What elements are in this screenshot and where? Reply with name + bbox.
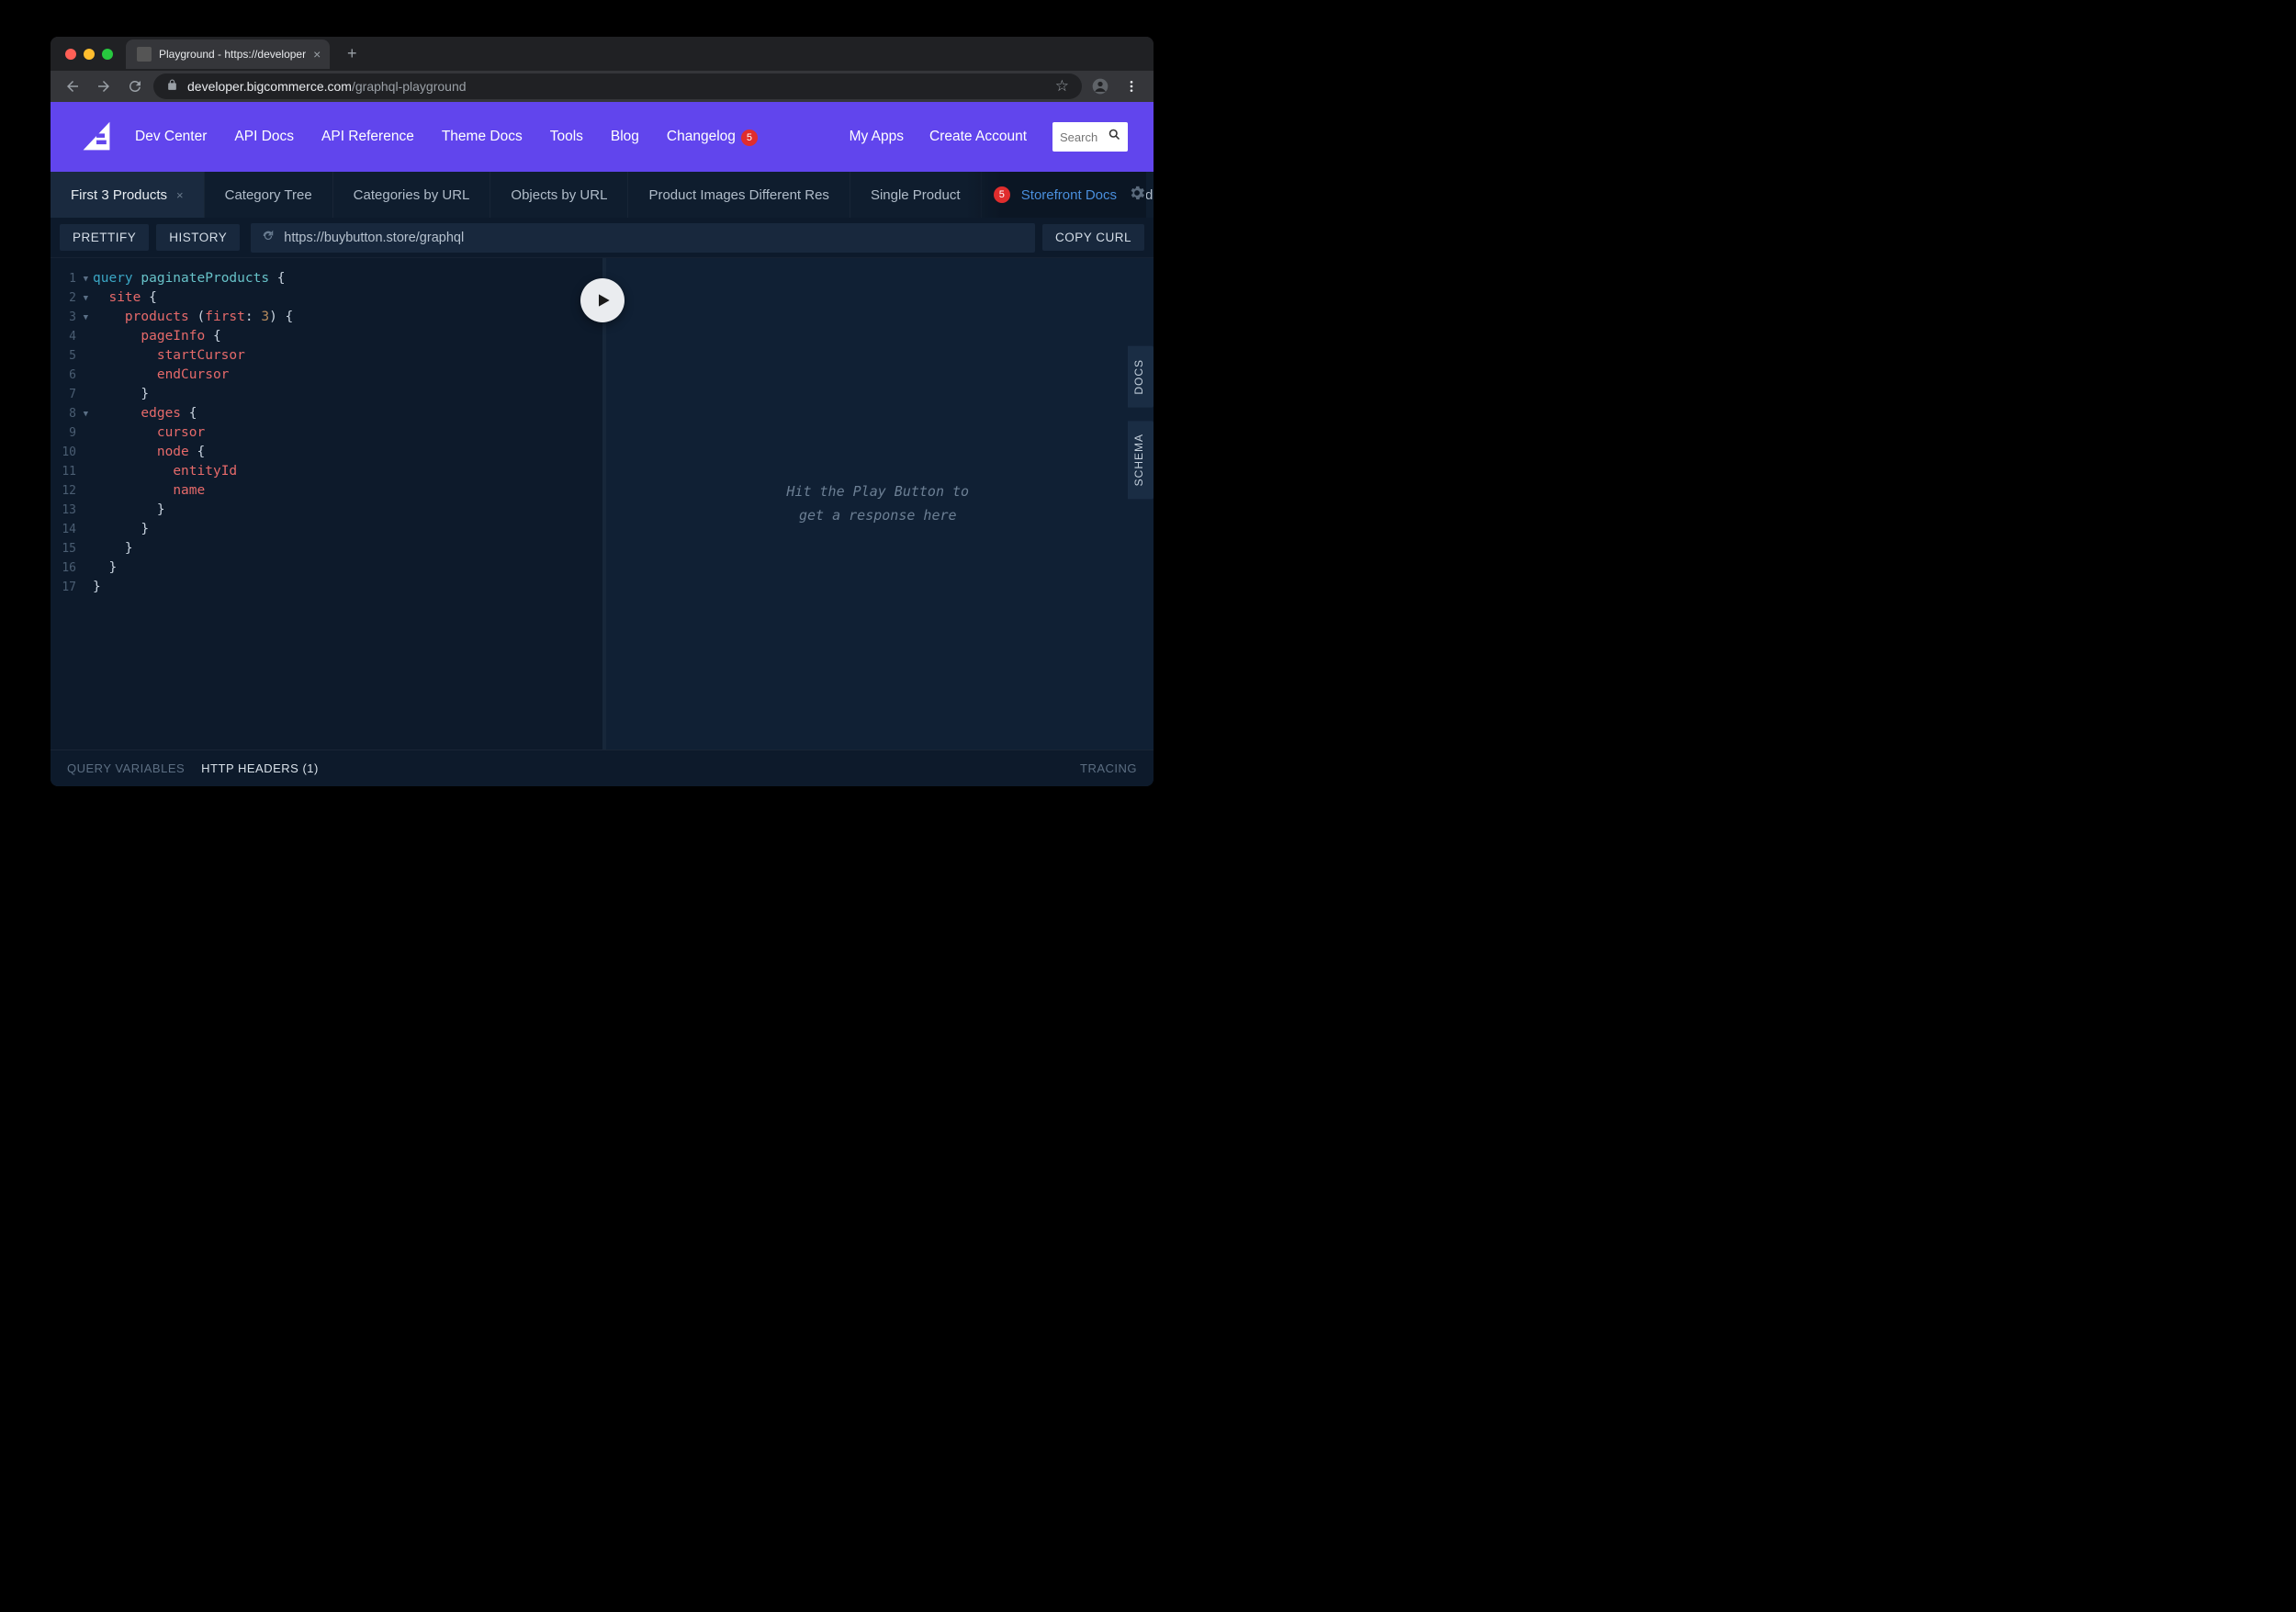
- playground-tab[interactable]: Objects by URL: [490, 172, 627, 218]
- endpoint-url: https://buybutton.store/graphql: [284, 231, 464, 245]
- http-headers-tab[interactable]: HTTP HEADERS (1): [201, 761, 319, 775]
- url-text: developer.bigcommerce.com/graphql-playgr…: [187, 79, 1046, 94]
- window-close-icon[interactable]: [65, 49, 76, 60]
- response-placeholder: Hit the Play Button to get a response he…: [786, 480, 969, 527]
- address-bar[interactable]: developer.bigcommerce.com/graphql-playgr…: [153, 73, 1082, 99]
- lock-icon: [166, 79, 178, 94]
- changelog-badge: 5: [741, 130, 758, 146]
- nav-link-dev-center[interactable]: Dev Center: [135, 129, 207, 145]
- bookmark-star-icon[interactable]: ☆: [1055, 77, 1069, 96]
- app: Dev Center API Docs API Reference Theme Doc…: [51, 102, 1154, 786]
- browser-menu-button[interactable]: [1119, 73, 1144, 99]
- nav-link-api-docs[interactable]: API Docs: [234, 129, 294, 145]
- storefront-badge: 5: [994, 186, 1010, 203]
- query-variables-tab[interactable]: QUERY VARIABLES: [67, 761, 185, 775]
- site-header: Dev Center API Docs API Reference Theme Doc…: [51, 102, 1154, 172]
- code-content[interactable]: query paginateProducts { site { products…: [80, 258, 602, 750]
- browser-chrome: Playground - https://developer × + devel…: [51, 37, 1154, 102]
- nav-link-tools[interactable]: Tools: [550, 129, 583, 145]
- back-button[interactable]: [60, 73, 85, 99]
- playground-tabs: First 3 Products×Category TreeCategories…: [51, 172, 1154, 218]
- editor-area: 1▼2▼3▼45678▼91011121314151617 query pagi…: [51, 258, 1154, 750]
- playground-tab[interactable]: Product Images Different Res: [627, 172, 849, 218]
- tab-close-icon[interactable]: ×: [313, 47, 321, 62]
- playground-tab[interactable]: Category Tree: [204, 172, 332, 218]
- bottom-bar: QUERY VARIABLES HTTP HEADERS (1) TRACING: [51, 750, 1154, 786]
- playground-tab[interactable]: Categories by URL: [332, 172, 490, 218]
- browser-tab[interactable]: Playground - https://developer ×: [126, 39, 330, 69]
- nav-link-blog[interactable]: Blog: [611, 129, 639, 145]
- address-bar-row: developer.bigcommerce.com/graphql-playgr…: [51, 71, 1154, 102]
- search-input[interactable]: [1060, 130, 1102, 144]
- favicon-icon: [137, 47, 152, 62]
- playground-tab[interactable]: Single Product: [850, 172, 981, 218]
- playground-tab[interactable]: First 3 Products×: [51, 172, 204, 218]
- tab-strip: Playground - https://developer × +: [51, 37, 1154, 71]
- tracing-tab[interactable]: TRACING: [1080, 761, 1137, 775]
- copy-curl-button[interactable]: COPY CURL: [1042, 224, 1144, 251]
- bigcommerce-logo-icon: [80, 120, 113, 153]
- search-box[interactable]: [1052, 122, 1128, 152]
- endpoint-input[interactable]: https://buybutton.store/graphql: [251, 223, 1035, 253]
- docs-tab[interactable]: DOCS: [1128, 346, 1154, 408]
- nav-link-changelog[interactable]: Changelog5: [667, 129, 758, 146]
- header-right: My Apps Create Account: [850, 122, 1128, 152]
- create-account-link[interactable]: Create Account: [929, 129, 1027, 145]
- response-pane: Hit the Play Button to get a response he…: [602, 258, 1154, 750]
- new-tab-button[interactable]: +: [339, 41, 365, 67]
- pane-resize-handle[interactable]: [602, 258, 606, 750]
- nav-link-theme-docs[interactable]: Theme Docs: [442, 129, 523, 145]
- reload-button[interactable]: [122, 73, 148, 99]
- prettify-button[interactable]: PRETTIFY: [60, 224, 149, 251]
- history-button[interactable]: HISTORY: [156, 224, 240, 251]
- endpoint-reload-icon[interactable]: [262, 230, 275, 246]
- traffic-lights: [65, 49, 113, 60]
- search-icon[interactable]: [1108, 128, 1121, 146]
- run-query-button[interactable]: [580, 278, 625, 322]
- tab-close-icon[interactable]: ×: [176, 188, 184, 202]
- storefront-docs-link[interactable]: Storefront Docs: [1021, 187, 1117, 203]
- window-zoom-icon[interactable]: [102, 49, 113, 60]
- browser-window: Playground - https://developer × + devel…: [51, 37, 1154, 786]
- line-gutter: 1▼2▼3▼45678▼91011121314151617: [51, 258, 80, 750]
- query-editor[interactable]: 1▼2▼3▼45678▼91011121314151617 query pagi…: [51, 258, 602, 750]
- tabs-overlay-right: 5 Storefront Docs: [966, 172, 1146, 218]
- browser-tab-title: Playground - https://developer: [159, 48, 306, 61]
- toolbar: PRETTIFY HISTORY https://buybutton.store…: [51, 218, 1154, 258]
- my-apps-link[interactable]: My Apps: [850, 129, 904, 145]
- side-tabs: DOCS SCHEMA: [1128, 346, 1154, 499]
- settings-gear-icon[interactable]: [1128, 184, 1146, 207]
- profile-button[interactable]: [1087, 73, 1113, 99]
- schema-tab[interactable]: SCHEMA: [1128, 421, 1154, 499]
- window-minimize-icon[interactable]: [84, 49, 95, 60]
- forward-button[interactable]: [91, 73, 117, 99]
- header-nav: Dev Center API Docs API Reference Theme Doc…: [135, 129, 758, 146]
- nav-link-api-reference[interactable]: API Reference: [321, 129, 414, 145]
